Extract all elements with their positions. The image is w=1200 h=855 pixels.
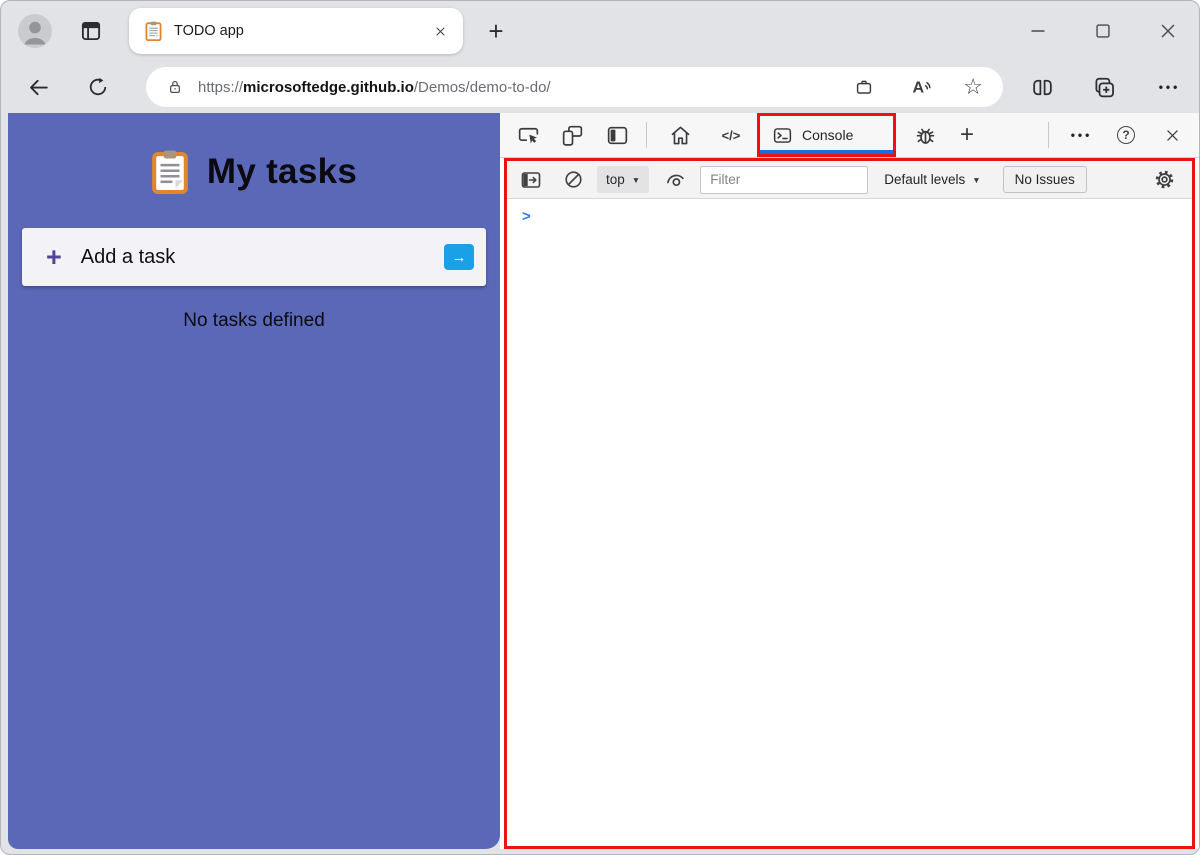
refresh-button[interactable] xyxy=(81,70,115,104)
arrow-right-icon: → xyxy=(451,248,467,266)
profile-avatar[interactable] xyxy=(18,14,52,48)
app-header: My tasks xyxy=(151,149,357,194)
devtools-tab-bar: </> Console + ••• ? xyxy=(500,113,1199,158)
console-tab-label: Console xyxy=(802,127,854,143)
tab-title: TODO app xyxy=(174,23,244,39)
maximize-button[interactable] xyxy=(1088,16,1118,46)
app-available-icon[interactable] xyxy=(849,72,879,102)
activity-bar-dock-icon[interactable] xyxy=(602,120,632,150)
console-output[interactable]: > xyxy=(507,199,1192,846)
toolbar-divider xyxy=(1048,122,1049,148)
console-sidebar-icon[interactable] xyxy=(517,166,545,194)
clipboard-icon xyxy=(151,150,188,194)
console-prompt-chevron: > xyxy=(522,208,531,225)
clear-console-icon[interactable] xyxy=(559,166,587,194)
browser-tab[interactable]: TODO app xyxy=(129,8,463,54)
console-panel-highlight: top ▼ Default levels ▼ No Issues xyxy=(504,158,1195,849)
url-scheme: https:// xyxy=(198,78,244,96)
filter-input[interactable] xyxy=(700,165,869,194)
new-tab-button[interactable]: + xyxy=(481,16,511,46)
inspect-element-icon[interactable] xyxy=(513,120,543,150)
help-icon[interactable]: ? xyxy=(1111,120,1141,150)
toolbar-divider xyxy=(646,122,647,148)
add-task-submit-button[interactable]: → xyxy=(444,244,474,270)
navigation-toolbar: https://microsoftedge.github.io/Demos/de… xyxy=(1,61,1199,113)
plus-icon: + xyxy=(488,15,504,46)
javascript-context-selector[interactable]: top ▼ xyxy=(597,166,650,193)
devtools-more-icon[interactable]: ••• xyxy=(1065,120,1095,150)
console-tab-highlight: Console xyxy=(757,113,896,157)
collections-icon[interactable] xyxy=(1087,70,1121,104)
read-aloud-icon[interactable]: A xyxy=(906,72,936,102)
active-tab-underline xyxy=(760,150,893,154)
issues-badge[interactable]: No Issues xyxy=(1002,166,1087,193)
live-expression-eye-icon[interactable] xyxy=(661,166,689,194)
tab-strip: TODO app + xyxy=(1,1,1199,61)
empty-state-text: No tasks defined xyxy=(183,310,325,331)
tab-actions-icon[interactable] xyxy=(76,16,106,46)
chevron-down-icon: ▼ xyxy=(631,174,641,185)
add-task-input[interactable]: + Add a task → xyxy=(22,228,486,286)
person-icon xyxy=(24,21,46,45)
url-host: microsoftedge.github.io xyxy=(243,78,414,96)
favorites-star-icon[interactable]: ☆ xyxy=(963,76,983,98)
tab-close-icon[interactable] xyxy=(427,18,453,44)
log-levels-dropdown[interactable]: Default levels ▼ xyxy=(884,172,980,187)
add-task-label: Add a task xyxy=(80,245,176,268)
content-area: My tasks + Add a task → No tasks defined xyxy=(1,113,1199,854)
add-panel-button[interactable]: + xyxy=(952,120,982,150)
todo-app-panel: My tasks + Add a task → No tasks defined xyxy=(8,113,500,849)
device-emulation-icon[interactable] xyxy=(557,120,587,150)
url-text: https://microsoftedge.github.io/Demos/de… xyxy=(198,79,551,96)
lock-icon[interactable] xyxy=(165,77,185,97)
close-window-button[interactable] xyxy=(1153,16,1183,46)
settings-more-icon[interactable]: ••• xyxy=(1151,70,1185,104)
url-path: /Demos/demo-to-do/ xyxy=(413,78,551,96)
chevron-down-icon: ▼ xyxy=(972,174,981,185)
window-controls xyxy=(1023,16,1183,46)
elements-panel-icon[interactable]: </> xyxy=(715,128,747,143)
svg-text:A: A xyxy=(913,80,925,97)
console-settings-gear-icon[interactable] xyxy=(1150,166,1178,194)
minimize-button[interactable] xyxy=(1023,16,1053,46)
split-screen-icon[interactable] xyxy=(1025,70,1059,104)
clipboard-favicon xyxy=(145,21,162,41)
console-icon xyxy=(773,127,792,143)
browser-window: TODO app + https://microsoftedge.github.… xyxy=(0,0,1200,855)
page-title: My tasks xyxy=(206,151,358,191)
bug-debugger-icon[interactable] xyxy=(910,120,940,150)
devtools-panel: </> Console + ••• ? top ▼ Filter Default… xyxy=(500,113,1199,849)
home-icon[interactable] xyxy=(665,120,695,150)
plus-icon: + xyxy=(46,241,62,272)
back-button[interactable] xyxy=(21,70,55,104)
tab-console[interactable]: Console xyxy=(760,116,893,154)
address-bar[interactable]: https://microsoftedge.github.io/Demos/de… xyxy=(146,67,1003,107)
console-toolbar: top ▼ Default levels ▼ No Issues xyxy=(507,161,1192,199)
close-devtools-icon[interactable] xyxy=(1157,120,1187,150)
